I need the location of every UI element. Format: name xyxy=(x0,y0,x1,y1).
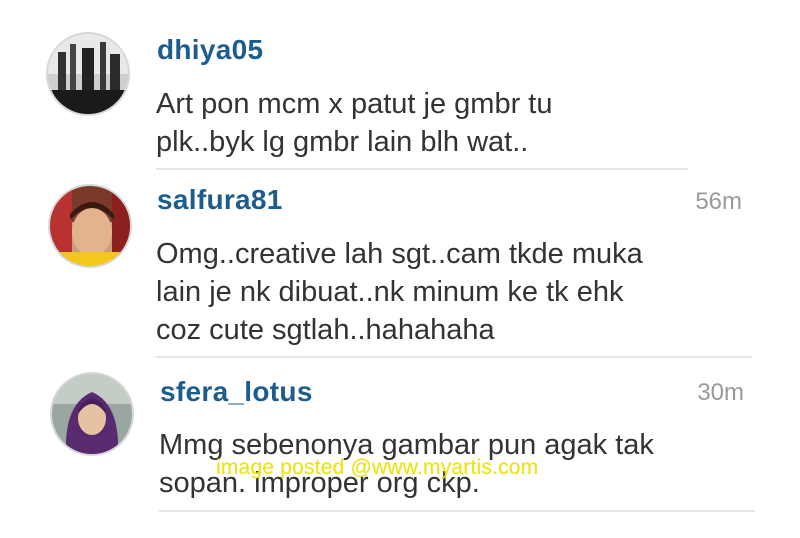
comment-username[interactable]: salfura81 xyxy=(157,184,283,216)
comment-timestamp: 30m xyxy=(697,379,744,406)
comment-text-line: coz cute sgtlah..hahahaha xyxy=(156,314,495,346)
divider xyxy=(156,356,752,358)
watermark-text: image posted @www.myartis.com xyxy=(216,456,539,479)
avatar[interactable] xyxy=(50,372,134,456)
avatar-photo xyxy=(52,374,132,454)
avatar-photo xyxy=(50,186,130,266)
comment-text-line: Art pon mcm x patut je gmbr tu xyxy=(156,88,553,120)
avatar[interactable] xyxy=(48,184,132,268)
avatar[interactable] xyxy=(46,32,130,116)
comment-text-line: lain je nk dibuat..nk minum ke tk ehk xyxy=(156,276,624,308)
comment-username[interactable]: dhiya05 xyxy=(157,34,263,66)
divider xyxy=(156,168,688,170)
avatar-photo xyxy=(48,34,128,114)
comment-timestamp: 56m xyxy=(695,188,742,215)
comment-username[interactable]: sfera_lotus xyxy=(160,376,313,408)
comment-text-line: plk..byk lg gmbr lain blh wat.. xyxy=(156,126,529,158)
comment-text-line: Omg..creative lah sgt..cam tkde muka xyxy=(156,238,643,270)
divider xyxy=(159,510,755,512)
